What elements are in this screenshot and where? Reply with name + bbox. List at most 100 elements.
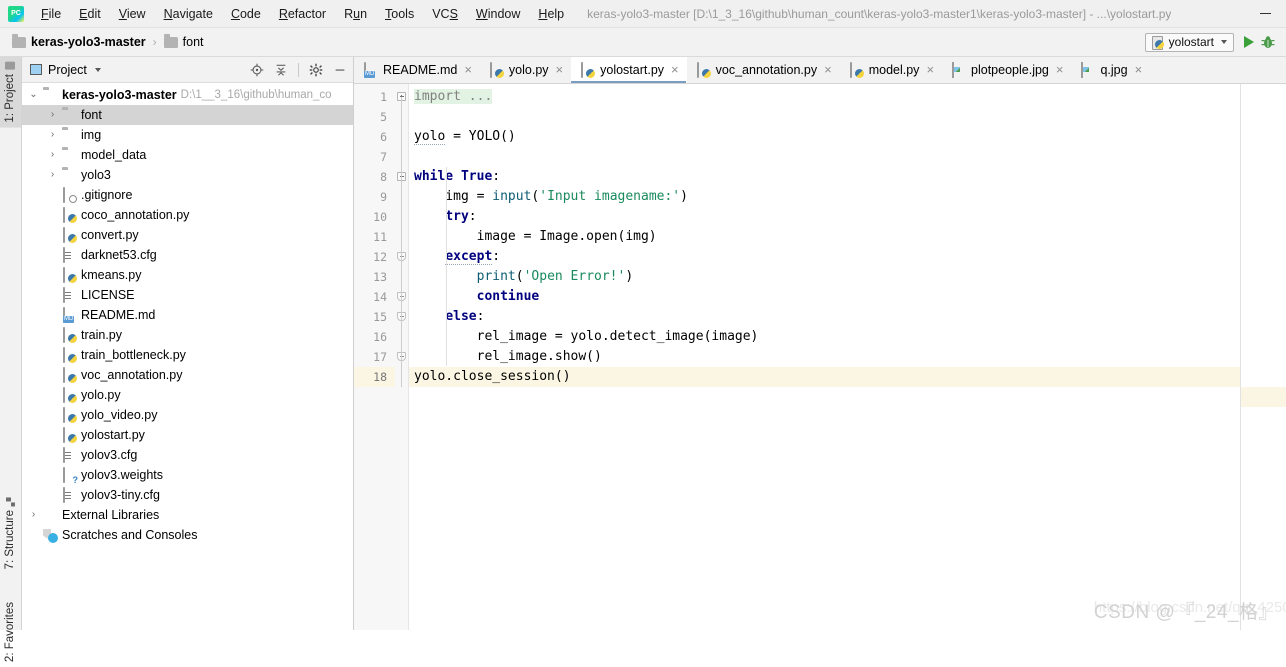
minimize-button[interactable] <box>1244 0 1286 27</box>
chevron-right-icon[interactable]: › <box>47 165 58 185</box>
code-line[interactable]: except: <box>409 247 1240 267</box>
code-folding-gutter[interactable] <box>395 84 408 630</box>
code-line[interactable]: yolo.close_session() <box>409 367 1240 387</box>
editor-tab[interactable]: plotpeople.jpg × <box>942 57 1072 83</box>
tree-node[interactable]: kmeans.py <box>22 265 353 285</box>
menu-help[interactable]: Help <box>529 4 573 24</box>
tree-node[interactable]: train_bottleneck.py <box>22 345 353 365</box>
chevron-right-icon[interactable]: › <box>28 505 39 525</box>
run-configuration-selector[interactable]: yolostart <box>1144 32 1234 52</box>
menu-tools[interactable]: Tools <box>376 4 423 24</box>
chevron-right-icon[interactable]: › <box>47 125 58 145</box>
close-icon[interactable]: × <box>924 63 934 76</box>
tree-node[interactable]: coco_annotation.py <box>22 205 353 225</box>
tree-node-label: .gitignore <box>81 188 133 202</box>
editor-scrollbar-lane[interactable] <box>1240 84 1286 630</box>
chevron-right-icon[interactable]: › <box>47 105 58 125</box>
minimize-icon <box>1259 13 1271 14</box>
tree-node[interactable]: voc_annotation.py <box>22 365 353 385</box>
tree-node[interactable]: yolov3.cfg <box>22 445 353 465</box>
menu-navigate[interactable]: Navigate <box>155 4 222 24</box>
tree-node-label: README.md <box>81 308 156 322</box>
close-icon[interactable]: × <box>462 63 472 76</box>
editor-tab[interactable]: yolo.py × <box>479 57 572 83</box>
project-pane-title-group[interactable]: Project <box>30 63 101 77</box>
code-content[interactable]: import ... yolo = YOLO() while True: img… <box>408 84 1240 630</box>
scroll-from-source-icon[interactable] <box>250 63 264 77</box>
code-line[interactable]: while True: <box>409 167 1240 187</box>
menu-edit[interactable]: Edit <box>70 4 110 24</box>
close-icon[interactable]: × <box>554 63 564 76</box>
python-file-icon <box>849 61 864 78</box>
breadcrumb-item-project[interactable]: keras-yolo3-master <box>9 33 149 51</box>
code-line[interactable]: try: <box>409 207 1240 227</box>
line-number-gutter: 1 5 6 7 8 9 10 11 12 13 14 15 16 17 18 <box>354 84 395 630</box>
tree-node[interactable]: › External Libraries <box>22 505 353 525</box>
tree-node[interactable]: yolostart.py <box>22 425 353 445</box>
tree-node[interactable]: .gitignore <box>22 185 353 205</box>
editor-tab[interactable]: README.md × <box>354 57 480 83</box>
chevron-right-icon[interactable]: › <box>47 145 58 165</box>
tree-node[interactable]: yolo_video.py <box>22 405 353 425</box>
code-line[interactable]: else: <box>409 307 1240 327</box>
close-icon[interactable]: × <box>1054 63 1064 76</box>
menu-vcs[interactable]: VCS <box>423 4 467 24</box>
tree-node[interactable]: train.py <box>22 325 353 345</box>
editor-tab[interactable]: q.jpg × <box>1071 57 1151 83</box>
code-line[interactable]: rel_image = yolo.detect_image(image) <box>409 327 1240 347</box>
tree-node[interactable]: ⌄ keras-yolo3-master D:\1__3_16\github\hum… <box>22 85 353 105</box>
code-line[interactable]: image = Image.open(img) <box>409 227 1240 247</box>
run-icon[interactable] <box>1244 36 1254 48</box>
tree-node[interactable]: README.md <box>22 305 353 325</box>
editor-tab[interactable]: voc_annotation.py × <box>686 57 840 83</box>
menu-view[interactable]: View <box>110 4 155 24</box>
close-icon[interactable]: × <box>1133 63 1143 76</box>
code-line[interactable]: import ... <box>409 87 1240 107</box>
project-tree[interactable]: ⌄ keras-yolo3-master D:\1__3_16\github\hum… <box>22 83 353 630</box>
code-line[interactable]: print('Open Error!') <box>409 267 1240 287</box>
menu-window[interactable]: Window <box>467 4 529 24</box>
tree-node[interactable]: yolov3.weights <box>22 465 353 485</box>
code-line[interactable] <box>409 147 1240 167</box>
line-number: 7 <box>380 150 387 164</box>
code-line[interactable] <box>409 107 1240 127</box>
tree-node[interactable]: › font <box>22 105 353 125</box>
tree-node[interactable]: yolov3-tiny.cfg <box>22 485 353 505</box>
toolbar-divider <box>298 62 299 77</box>
code-editor[interactable]: 1 5 6 7 8 9 10 11 12 13 14 15 16 17 18 import ... yolo… <box>354 84 1286 630</box>
chevron-down-icon[interactable]: ⌄ <box>28 85 39 105</box>
tree-node[interactable]: LICENSE <box>22 285 353 305</box>
settings-gear-icon[interactable] <box>309 63 323 77</box>
sidebar-item-structure[interactable]: 7: Structure <box>0 492 21 574</box>
editor-tabs[interactable]: README.md×yolo.py×yolostart.py×voc_annot… <box>354 57 1286 84</box>
text-file-icon <box>62 446 77 463</box>
hide-window-icon[interactable] <box>333 63 347 77</box>
sidebar-item-favorites[interactable]: 2: Favorites <box>0 597 21 667</box>
tree-node[interactable]: › model_data <box>22 145 353 165</box>
menu-file[interactable]: File <box>32 4 70 24</box>
tree-node[interactable]: › img <box>22 125 353 145</box>
tree-node[interactable]: darknet53.cfg <box>22 245 353 265</box>
menu-code[interactable]: Code <box>222 4 270 24</box>
close-icon[interactable]: × <box>669 63 679 76</box>
debug-icon[interactable] <box>1260 34 1276 50</box>
menu-run[interactable]: Run <box>335 4 376 24</box>
code-line[interactable]: img = input('Input imagename:') <box>409 187 1240 207</box>
editor-zone: README.md×yolo.py×yolostart.py×voc_annot… <box>354 57 1286 630</box>
collapse-all-icon[interactable] <box>274 63 288 77</box>
menu-refactor[interactable]: Refactor <box>270 4 335 24</box>
code-line[interactable]: continue <box>409 287 1240 307</box>
breadcrumb-item-font[interactable]: font <box>161 33 207 51</box>
editor-tab[interactable]: model.py × <box>839 57 943 83</box>
code-line[interactable]: yolo = YOLO() <box>409 127 1240 147</box>
close-icon[interactable]: × <box>822 63 832 76</box>
tree-node[interactable]: Scratches and Consoles <box>22 525 353 545</box>
editor-tab[interactable]: yolostart.py × <box>571 57 687 83</box>
project-window-icon <box>30 64 42 75</box>
code-line[interactable]: rel_image.show() <box>409 347 1240 367</box>
tree-node[interactable]: convert.py <box>22 225 353 245</box>
tree-node[interactable]: › yolo3 <box>22 165 353 185</box>
sidebar-item-project[interactable]: 1: Project <box>0 57 21 128</box>
tree-node[interactable]: yolo.py <box>22 385 353 405</box>
